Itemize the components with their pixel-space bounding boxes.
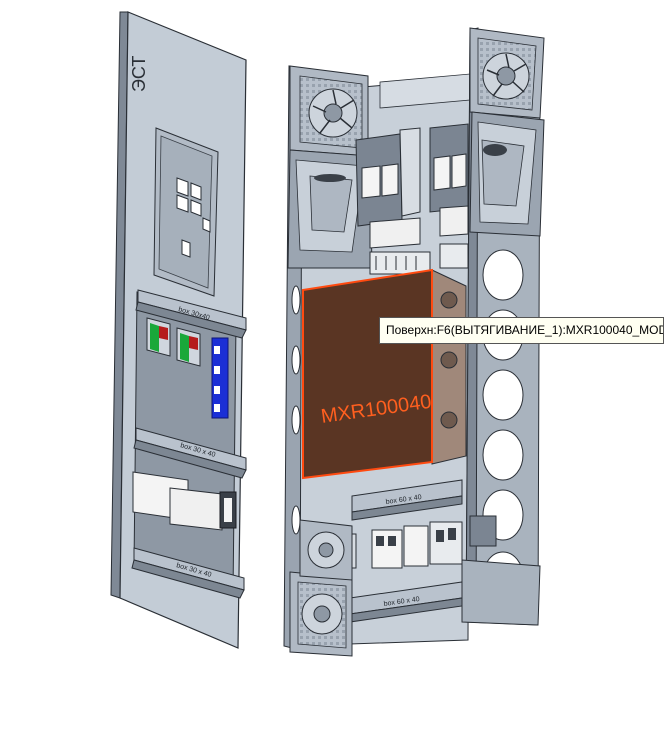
meter-green-left [150,323,159,352]
door-label: ЭСТ [129,56,149,92]
fan-bottom-left [289,571,353,657]
meter-red-left [159,326,168,340]
air-hood-right [469,111,545,237]
fan-top-right [469,27,545,119]
contactors-top [355,123,469,249]
door-mounting-plate: box 30x40 box 30 x 40 box 30 x 40 [131,289,247,599]
assembly-render: ЭСТ box 30x40 box 30 x 40 box 30 x 40 MX… [110,11,545,657]
fan-mid-left [299,519,353,581]
cad-3d-viewport[interactable]: ЭСТ box 30x40 box 30 x 40 box 30 x 40 MX… [0,0,664,743]
meter-red-right [189,336,198,350]
mxr-module[interactable]: MXR100040 [302,268,467,480]
fan-bottom-right [461,559,541,626]
meter-green-right [180,333,189,362]
hover-tooltip: Поверхн:F6(ВЫТЯГИВАНИЕ_1):MXR100040_MODU… [379,317,664,344]
terminal-strip [211,337,229,419]
